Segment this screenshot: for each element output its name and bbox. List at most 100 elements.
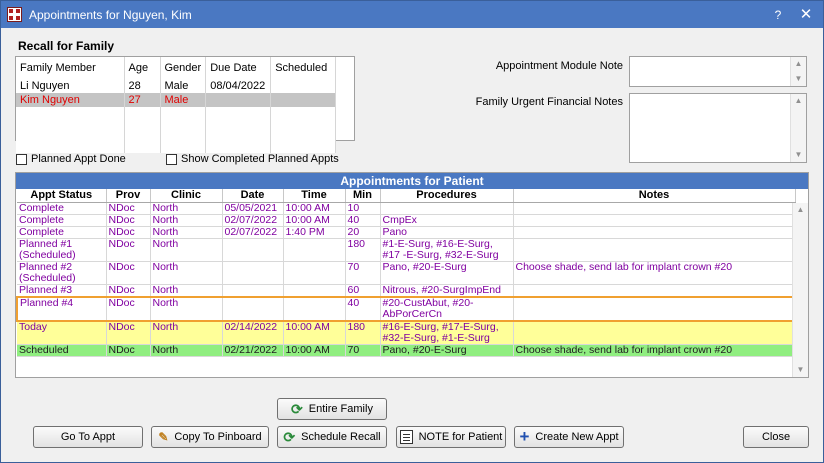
cell-clinic: North [150, 226, 223, 239]
recall-cell: Kim Nguyen [16, 93, 125, 107]
cell-time [283, 284, 346, 297]
recall-row-selected[interactable]: Kim Nguyen 27 Male [16, 93, 337, 107]
cell-notes: Choose shade, send lab for implant crown… [513, 344, 796, 357]
cell-status: Planned #3 [17, 284, 107, 297]
cell-prov: NDoc [106, 344, 151, 357]
checkbox-box[interactable] [166, 153, 177, 165]
cell-prov: NDoc [106, 238, 151, 262]
table-row[interactable]: Planned #3 NDoc North 60 Nitrous, #20-Su… [17, 284, 796, 297]
cell-prov: NDoc [106, 261, 151, 285]
cell-min: 40 [345, 295, 381, 322]
refresh-icon: ⟳ [283, 429, 296, 445]
scroll-up-icon[interactable]: ▲ [791, 57, 806, 71]
table-row-scheduled[interactable]: Scheduled NDoc North 02/21/2022 10:00 AM… [17, 344, 796, 357]
table-row-today[interactable]: Today NDoc North 02/14/2022 10:00 AM 180… [17, 320, 796, 345]
recall-col-gender[interactable]: Gender [160, 57, 207, 79]
appointments-grid-title: Appointments for Patient [16, 173, 808, 189]
cell-status: Complete [17, 226, 107, 239]
close-button[interactable]: Close [743, 426, 809, 448]
cell-time [283, 238, 346, 262]
go-to-appt-button[interactable]: Go To Appt [33, 426, 143, 448]
recall-col-family-member[interactable]: Family Member [16, 57, 125, 79]
table-row[interactable]: Complete NDoc North 02/07/2022 10:00 AM … [17, 214, 796, 227]
cell-date: 02/21/2022 [222, 344, 284, 357]
cell-status: Complete [17, 214, 107, 227]
urgent-notes-textbox[interactable]: ▲ ▼ [629, 93, 807, 163]
cell-time: 10:00 AM [283, 202, 346, 215]
cell-prov: NDoc [106, 295, 151, 322]
col-min[interactable]: Min [345, 189, 381, 203]
table-row[interactable]: Complete NDoc North 05/05/2021 10:00 AM … [17, 202, 796, 215]
cell-min: 70 [345, 261, 381, 285]
schedule-recall-button[interactable]: ⟳ Schedule Recall [277, 426, 387, 448]
cell-date [222, 295, 284, 322]
cell-procedures: Pano [380, 226, 514, 239]
col-clinic[interactable]: Clinic [150, 189, 223, 203]
cell-prov: NDoc [106, 284, 151, 297]
recall-cell: Male [160, 93, 207, 107]
cell-clinic: North [150, 238, 223, 262]
cell-notes [513, 214, 796, 227]
recall-cell: 28 [124, 79, 161, 93]
col-appt-status[interactable]: Appt Status [17, 189, 107, 203]
cell-notes [513, 226, 796, 239]
cell-clinic: North [150, 202, 223, 215]
appointments-header-row: Appt Status Prov Clinic Date Time Min Pr… [17, 189, 796, 203]
recall-col-due-date[interactable]: Due Date [205, 57, 272, 79]
cell-status: Planned #2 (Scheduled) [17, 261, 107, 285]
urgent-notes-scrollbar[interactable]: ▲ ▼ [790, 94, 806, 162]
scroll-down-icon[interactable]: ▼ [791, 72, 806, 86]
scroll-down-icon[interactable]: ▼ [791, 148, 806, 162]
schedule-recall-label: Schedule Recall [301, 431, 381, 443]
recall-cell: Li Nguyen [16, 79, 125, 93]
note-for-patient-button[interactable]: NOTE for Patient [396, 426, 506, 448]
entire-family-button[interactable]: ⟳ Entire Family [277, 398, 387, 420]
close-window-icon[interactable]: ✕ [797, 6, 815, 24]
recall-cell: 27 [124, 93, 161, 107]
recall-col-age[interactable]: Age [124, 57, 161, 79]
plus-icon: + [519, 427, 530, 446]
create-new-appt-button[interactable]: + Create New Appt [514, 426, 624, 448]
cell-procedures: #1-E-Surg, #16-E-Surg, #17 -E-Surg, #32-… [380, 238, 514, 262]
col-date[interactable]: Date [222, 189, 284, 203]
recall-header-row: Family Member Age Gender Due Date Schedu… [16, 57, 337, 79]
planned-appt-done-checkbox[interactable]: Planned Appt Done [16, 153, 126, 165]
help-button[interactable]: ? [769, 6, 787, 24]
appointments-scrollbar[interactable]: ▲ ▼ [792, 203, 808, 377]
cell-procedures: CmpEx [380, 214, 514, 227]
col-procedures[interactable]: Procedures [380, 189, 514, 203]
table-row[interactable]: Complete NDoc North 02/07/2022 1:40 PM 2… [17, 226, 796, 239]
cell-min: 20 [345, 226, 381, 239]
note-for-patient-label: NOTE for Patient [418, 431, 503, 443]
recall-col-scheduled[interactable]: Scheduled [270, 57, 337, 79]
module-note-textbox[interactable]: ▲ ▼ [629, 56, 807, 87]
cell-prov: NDoc [106, 320, 151, 345]
scroll-up-icon[interactable]: ▲ [791, 94, 806, 108]
col-notes[interactable]: Notes [513, 189, 796, 203]
col-prov[interactable]: Prov [106, 189, 151, 203]
table-row-highlighted[interactable]: Planned #4 NDoc North 40 #20-CustAbut, #… [16, 295, 796, 322]
cell-clinic: North [150, 320, 223, 345]
col-time[interactable]: Time [283, 189, 346, 203]
cell-procedures [380, 202, 514, 215]
recall-section-title: Recall for Family [18, 39, 115, 53]
module-note-scrollbar[interactable]: ▲ ▼ [790, 57, 806, 86]
cell-status: Planned #4 [16, 295, 107, 322]
checkbox-box[interactable] [16, 153, 27, 165]
cell-prov: NDoc [106, 226, 151, 239]
module-note-label: Appointment Module Note [495, 60, 623, 72]
title-bar: Appointments for Nguyen, Kim ? ✕ [1, 1, 823, 28]
note-icon [399, 430, 413, 444]
cell-status: Scheduled [17, 344, 107, 357]
table-row[interactable]: Planned #1 (Scheduled) NDoc North 180 #1… [17, 238, 796, 262]
recall-row[interactable]: Li Nguyen 28 Male 08/04/2022 [16, 79, 337, 93]
table-row[interactable]: Planned #2 (Scheduled) NDoc North 70 Pan… [17, 261, 796, 285]
cell-date: 05/05/2021 [222, 202, 284, 215]
cell-min: 70 [345, 344, 381, 357]
scroll-down-icon[interactable]: ▼ [793, 363, 808, 377]
scroll-up-icon[interactable]: ▲ [793, 203, 808, 217]
cell-min: 180 [345, 320, 381, 345]
cell-date: 02/14/2022 [222, 320, 284, 345]
copy-to-pinboard-button[interactable]: ✎ Copy To Pinboard [151, 426, 269, 448]
show-completed-checkbox[interactable]: Show Completed Planned Appts [166, 153, 339, 165]
